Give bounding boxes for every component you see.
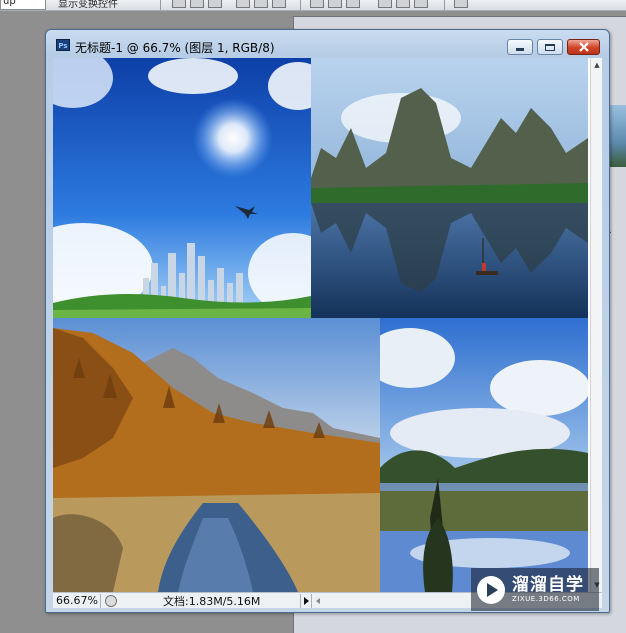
watermark-text: 溜溜自学 ZIXUE.3D66.COM	[512, 574, 584, 604]
maximize-icon	[545, 43, 555, 51]
close-button[interactable]	[567, 39, 600, 55]
photo-autumn-forest-stream-image	[53, 318, 380, 592]
photo-sky-airplane-city	[53, 58, 311, 318]
separator	[444, 0, 445, 10]
play-logo-icon	[477, 575, 505, 604]
align-top-icon[interactable]	[172, 0, 186, 8]
distribute-left-icon[interactable]	[378, 0, 392, 8]
minimize-button[interactable]	[507, 39, 533, 55]
align-left-icon[interactable]	[236, 0, 250, 8]
distribute-right-icon[interactable]	[414, 0, 428, 8]
document-size-info: 文档:1.83M/5.16M	[163, 594, 261, 608]
photo-sky-airplane-city-image	[53, 58, 311, 318]
document-window: Ps 无标题-1 @ 66.7% (图层 1, RGB/8) ▲ 66.67% …	[45, 29, 610, 613]
photo-karst-mountains-river	[311, 58, 588, 318]
separator	[160, 0, 161, 10]
triangle-right-icon	[303, 596, 309, 605]
document-status-icon[interactable]	[105, 594, 117, 607]
show-transform-controls-checkbox[interactable]: 显示变换控件	[58, 0, 118, 10]
status-menu-button[interactable]	[300, 593, 313, 608]
document-title: 无标题-1 @ 66.7% (图层 1, RGB/8)	[75, 41, 275, 55]
zoom-level-field[interactable]: 66.67%	[53, 593, 101, 608]
background-image-thumbnail	[608, 105, 626, 167]
vertical-scrollbar[interactable]: ▲ ▼	[590, 58, 602, 592]
image-canvas[interactable]	[53, 58, 602, 592]
distribute-bottom-icon[interactable]	[346, 0, 360, 8]
align-vcenter-icon[interactable]	[190, 0, 204, 8]
photo-autumn-forest-stream	[53, 318, 380, 592]
tool-preset-select[interactable]: up	[0, 0, 46, 10]
photo-karst-mountains-river-image	[311, 58, 588, 318]
options-bar: up 显示变换控件	[0, 0, 626, 11]
distribute-hcenter-icon[interactable]	[396, 0, 410, 8]
watermark-url: ZIXUE.3D66.COM	[512, 594, 580, 603]
photo-lake-clouds-hills	[380, 318, 588, 592]
align-right-icon[interactable]	[272, 0, 286, 8]
auto-align-icon[interactable]	[454, 0, 468, 8]
distribute-vcenter-icon[interactable]	[328, 0, 342, 8]
distribute-top-icon[interactable]	[310, 0, 324, 8]
close-icon	[578, 42, 589, 52]
align-bottom-icon[interactable]	[208, 0, 222, 8]
photoshop-icon: Ps	[56, 39, 70, 51]
watermark: 溜溜自学 ZIXUE.3D66.COM	[471, 568, 599, 611]
document-titlebar[interactable]: Ps 无标题-1 @ 66.7% (图层 1, RGB/8)	[46, 30, 609, 57]
photo-lake-clouds-hills-image	[380, 318, 588, 592]
scroll-left-arrow-icon[interactable]	[316, 597, 321, 604]
maximize-button[interactable]	[537, 39, 563, 55]
separator	[300, 0, 301, 10]
scroll-up-arrow-icon[interactable]: ▲	[592, 60, 602, 70]
align-hcenter-icon[interactable]	[254, 0, 268, 8]
watermark-brand: 溜溜自学	[512, 574, 584, 595]
minimize-icon	[516, 48, 524, 51]
